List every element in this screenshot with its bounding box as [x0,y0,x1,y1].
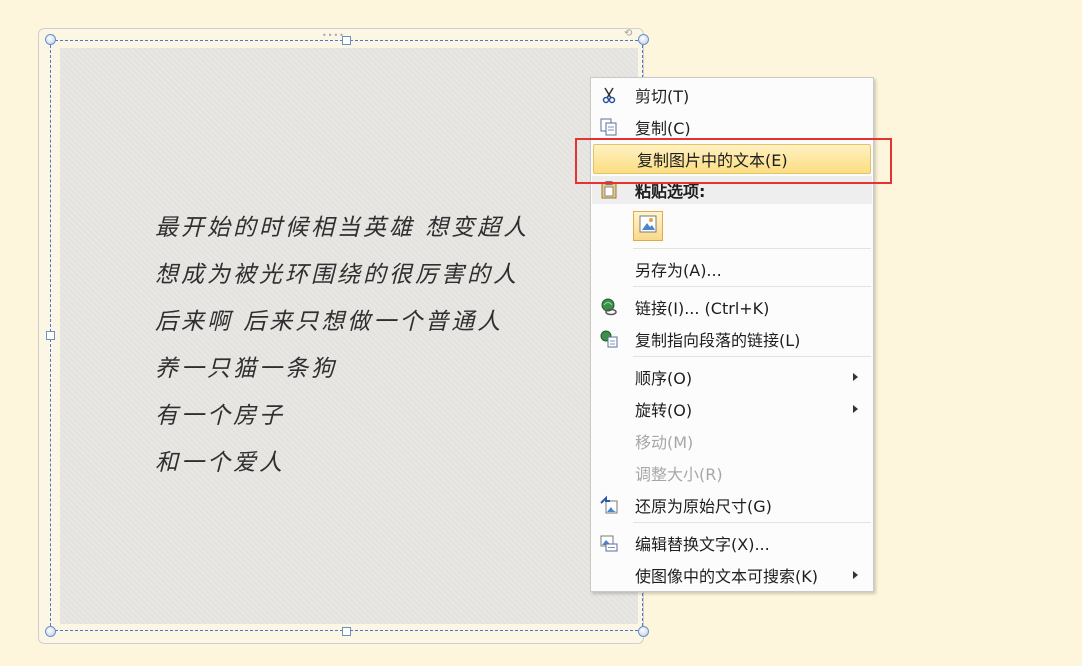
menu-item-label: 剪切(T) [635,87,690,106]
menu-item-label: 调整大小(R) [635,465,723,484]
resize-handle-bottom-left[interactable] [45,626,56,637]
menu-item-rotate[interactable]: 旋转(O) [592,394,872,424]
menu-item-move: 移动(M) [592,426,872,456]
copy-icon [598,116,620,138]
menu-item-restore-original-size[interactable]: 还原为原始尺寸(G) [592,490,872,520]
picture-icon [638,214,658,238]
menu-separator [633,356,871,357]
resize-handle-top[interactable] [342,36,351,45]
menu-item-order[interactable]: 顺序(O) [592,362,872,392]
menu-item-label: 旋转(O) [635,401,693,420]
submenu-arrow-icon [853,405,858,413]
menu-item-save-as[interactable]: 另存为(A)... [592,254,872,284]
menu-item-cut[interactable]: 剪切(T) [592,80,872,110]
menu-item-label: 顺序(O) [635,369,693,388]
selection-border [50,40,643,631]
menu-item-link[interactable]: 链接(I)... (Ctrl+K) [592,292,872,322]
menu-item-resize: 调整大小(R) [592,458,872,488]
annotation-highlight-box [575,138,892,184]
menu-item-copy-link-to-paragraph[interactable]: 复制指向段落的链接(L) [592,324,872,354]
alt-text-icon [598,532,620,554]
menu-item-edit-alt-text[interactable]: 编辑替换文字(X)... [592,528,872,558]
menu-item-label: 编辑替换文字(X)... [635,535,770,554]
resize-handle-top-right[interactable] [638,34,649,45]
rotate-handle-icon[interactable]: ⟲ [624,28,632,39]
menu-separator [633,286,871,287]
menu-item-label: 还原为原始尺寸(G) [635,497,772,516]
resize-handle-bottom[interactable] [342,627,351,636]
menu-item-label: 复制(C) [635,119,691,138]
menu-item-make-text-searchable[interactable]: 使图像中的文本可搜索(K) [592,560,872,590]
link-globe-icon [598,296,620,318]
menu-item-label: 使图像中的文本可搜索(K) [635,567,818,586]
menu-item-label: 链接(I)... (Ctrl+K) [635,299,770,318]
menu-item-label: 移动(M) [635,433,694,452]
menu-separator [633,248,871,249]
resize-handle-left[interactable] [46,331,55,340]
menu-item-label: 另存为(A)... [635,261,722,280]
scissors-icon [598,84,620,106]
resize-handle-bottom-right[interactable] [638,626,649,637]
menu-separator [633,522,871,523]
submenu-arrow-icon [853,373,858,381]
paste-as-picture-button[interactable] [633,211,663,241]
submenu-arrow-icon [853,571,858,579]
link-document-icon [598,328,620,350]
restore-size-icon [598,494,620,516]
menu-item-label: 复制指向段落的链接(L) [635,331,801,350]
resize-handle-top-left[interactable] [45,34,56,45]
